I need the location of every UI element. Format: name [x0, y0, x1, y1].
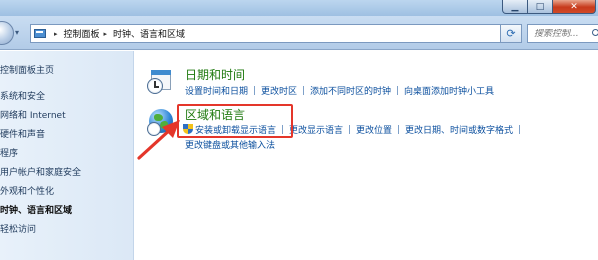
link-change-time-zone[interactable]: 更改时区 [261, 87, 297, 97]
link-divider [398, 125, 400, 134]
link-divider [397, 86, 399, 95]
control-panel-icon [34, 27, 50, 40]
search-box[interactable] [527, 24, 598, 43]
link-add-clock-gadget[interactable]: 向桌面添加时钟小工具 [404, 87, 494, 97]
link-change-keyboard-input[interactable]: 更改键盘或其他输入法 [185, 141, 275, 151]
sidebar-item-system-security[interactable]: 系统和安全 [0, 89, 45, 102]
link-divider [519, 125, 521, 134]
category-title-date-time[interactable]: 日期和时间 [185, 66, 245, 83]
sidebar-item-programs[interactable]: 程序 [0, 146, 18, 159]
sidebar-item-control-panel-home[interactable]: 控制面板主页 [0, 63, 54, 76]
close-button[interactable]: ✕ [553, 0, 596, 14]
sidebar-item-appearance[interactable]: 外观和个性化 [0, 184, 54, 197]
sidebar-item-hardware-sound[interactable]: 硬件和声音 [0, 127, 45, 140]
sidebar-item-network-internet[interactable]: 网络和 Internet [0, 108, 66, 121]
region-language-links-line2: 更改键盘或其他输入法 [185, 138, 275, 151]
recent-pages-dropdown-icon[interactable]: ▾ [15, 28, 26, 39]
search-input[interactable] [534, 28, 590, 39]
link-change-location[interactable]: 更改位置 [356, 126, 392, 136]
sidebar-item-clock-language-region[interactable]: 时钟、语言和区域 [0, 203, 72, 216]
breadcrumb-control-panel[interactable]: 控制面板 [64, 27, 100, 40]
date-time-icon[interactable] [147, 68, 175, 96]
refresh-icon: ⟳ [506, 27, 516, 40]
refresh-button[interactable]: ⟳ [500, 24, 522, 43]
date-time-links: 设置时间和日期 更改时区 添加不同时区的时钟 向桌面添加时钟小工具 [185, 84, 494, 97]
search-icon[interactable] [592, 28, 598, 39]
link-set-time-date[interactable]: 设置时间和日期 [185, 87, 248, 97]
back-button[interactable] [0, 21, 14, 45]
sidebar: 控制面板主页 系统和安全 网络和 Internet 硬件和声音 程序 用户帐户和… [0, 51, 134, 260]
link-divider [303, 86, 305, 95]
annotation-highlight-box [177, 104, 293, 138]
annotation-arrow [137, 120, 180, 160]
link-divider [254, 86, 256, 95]
breadcrumb-clock-language-region[interactable]: 时钟、语言和区域 [113, 27, 185, 40]
link-change-date-time-number-format[interactable]: 更改日期、时间或数字格式 [405, 126, 513, 136]
title-bar: ▁ □ ✕ [0, 0, 598, 16]
window-buttons: ▁ □ ✕ [502, 0, 596, 14]
link-change-display-language[interactable]: 更改显示语言 [289, 126, 343, 136]
main-content: 日期和时间 设置时间和日期 更改时区 添加不同时区的时钟 向桌面添加时钟小工具 区域和… [135, 51, 598, 260]
sidebar-item-ease-of-access[interactable]: 轻松访问 [0, 222, 36, 235]
navigation-bar: ▾ ▸ 控制面板 ▸ 时钟、语言和区域 ▾ ⟳ [0, 16, 598, 50]
link-add-clocks[interactable]: 添加不同时区的时钟 [310, 87, 391, 97]
sidebar-item-user-accounts[interactable]: 用户帐户和家庭安全 [0, 165, 81, 178]
link-divider [349, 125, 351, 134]
maximize-button[interactable]: □ [528, 0, 553, 14]
breadcrumb-separator-icon[interactable]: ▸ [54, 30, 58, 38]
breadcrumb-separator-icon[interactable]: ▸ [104, 30, 108, 38]
minimize-button[interactable]: ▁ [502, 0, 528, 14]
address-bar[interactable]: ▸ 控制面板 ▸ 时钟、语言和区域 ▾ [30, 24, 516, 43]
